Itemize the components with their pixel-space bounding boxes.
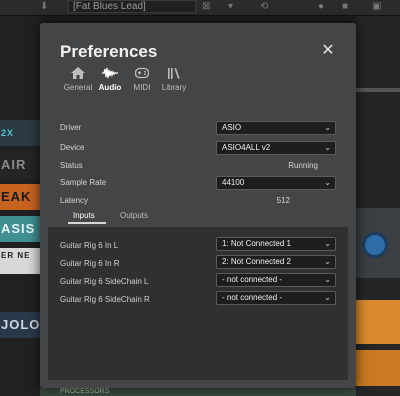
- tab-library-label: Library: [161, 83, 187, 92]
- chevron-down-icon: ⌄: [324, 257, 331, 266]
- host-sidebar-tile[interactable]: ER NE: [0, 248, 40, 274]
- latency-label: Latency: [60, 196, 89, 205]
- host-knob[interactable]: [362, 232, 388, 258]
- host-toolbar-icon[interactable]: ▣: [372, 1, 381, 12]
- tab-midi-label: MIDI: [133, 83, 151, 92]
- host-toolbar: ⬇ [Fat Blues Lead] ⊠ ▾ ⟲ ● ■ ▣: [0, 0, 400, 16]
- host-sidebar-tile[interactable]: JOLO: [0, 312, 40, 338]
- status-value: Running: [288, 161, 318, 170]
- device-label: Device: [60, 143, 85, 152]
- input-port-select[interactable]: - not connected - ⌄: [216, 273, 336, 287]
- chevron-down-icon: ⌄: [324, 123, 331, 132]
- input-port-label: Guitar Rig 6 In R: [60, 259, 120, 268]
- tab-general[interactable]: General: [60, 67, 96, 92]
- home-icon: [71, 67, 85, 79]
- input-port-value: 1: Not Connected 1: [222, 239, 291, 248]
- driver-label: Driver: [60, 123, 82, 132]
- midi-controller-icon: [135, 67, 149, 79]
- host-toolbar-icon[interactable]: ■: [342, 1, 348, 12]
- chevron-down-icon: ⌄: [324, 293, 331, 302]
- tab-general-label: General: [63, 83, 93, 92]
- input-port-value: 2: Not Connected 2: [222, 257, 291, 266]
- tab-audio[interactable]: Audio: [92, 67, 128, 92]
- chevron-down-icon: ⌄: [324, 178, 331, 187]
- host-preset-name[interactable]: [Fat Blues Lead]: [68, 0, 196, 13]
- chevron-down-icon: ⌄: [324, 239, 331, 248]
- status-label: Status: [60, 161, 83, 170]
- host-bottom-label: PROCESSORS: [40, 388, 356, 396]
- host-sidebar-tile[interactable]: EAK: [0, 184, 40, 210]
- input-port-select[interactable]: - not connected - ⌄: [216, 291, 336, 305]
- device-value: ASIO4ALL v2: [222, 143, 271, 152]
- library-icon: [168, 68, 180, 79]
- sample-rate-label: Sample Rate: [60, 178, 107, 187]
- driver-value: ASIO: [222, 123, 242, 132]
- host-sidebar-tile[interactable]: ASIS: [0, 216, 40, 242]
- device-select[interactable]: ASIO4ALL v2 ⌄: [216, 141, 336, 155]
- host-toolbar-icon[interactable]: ⬇: [40, 1, 48, 12]
- host-module-panel: [356, 300, 400, 344]
- host-sidebar: 2X AIR EAK ASIS ER NE JOLO: [0, 16, 40, 396]
- close-icon[interactable]: ✕: [320, 43, 336, 59]
- tab-midi[interactable]: MIDI: [124, 67, 160, 92]
- host-right-divider: [356, 88, 400, 92]
- preferences-dialog: Preferences ✕ General Audio MIDI Library: [40, 23, 356, 388]
- driver-select[interactable]: ASIO ⌄: [216, 121, 336, 135]
- waveform-icon: [102, 67, 118, 79]
- host-module-panel: [356, 350, 400, 386]
- sample-rate-select[interactable]: 44100 ⌄: [216, 176, 336, 190]
- host-toolbar-icon[interactable]: ⟲: [260, 1, 268, 12]
- input-port-label: Guitar Rig 6 In L: [60, 241, 119, 250]
- active-tab-indicator: [68, 222, 106, 224]
- tab-audio-label: Audio: [98, 83, 122, 92]
- host-toolbar-icon[interactable]: ▾: [228, 1, 233, 12]
- host-sidebar-tile[interactable]: AIR: [0, 152, 40, 178]
- host-toolbar-icon[interactable]: ●: [318, 1, 324, 12]
- chevron-down-icon: ⌄: [324, 143, 331, 152]
- sample-rate-value: 44100: [222, 178, 245, 187]
- input-port-select[interactable]: 1: Not Connected 1 ⌄: [216, 237, 336, 251]
- input-port-value: - not connected -: [222, 275, 283, 284]
- tab-outputs[interactable]: Outputs: [120, 211, 148, 220]
- input-port-select[interactable]: 2: Not Connected 2 ⌄: [216, 255, 336, 269]
- chevron-down-icon: ⌄: [324, 275, 331, 284]
- tab-inputs[interactable]: Inputs: [73, 211, 95, 220]
- dialog-title: Preferences: [60, 42, 158, 61]
- input-port-value: - not connected -: [222, 293, 283, 302]
- host-toolbar-icon[interactable]: ⊠: [202, 1, 210, 12]
- tab-library[interactable]: Library: [156, 67, 192, 92]
- input-port-label: Guitar Rig 6 SideChain L: [60, 277, 149, 286]
- input-port-label: Guitar Rig 6 SideChain R: [60, 295, 150, 304]
- host-sidebar-tile[interactable]: 2X: [0, 120, 40, 146]
- latency-value: 512: [276, 196, 290, 205]
